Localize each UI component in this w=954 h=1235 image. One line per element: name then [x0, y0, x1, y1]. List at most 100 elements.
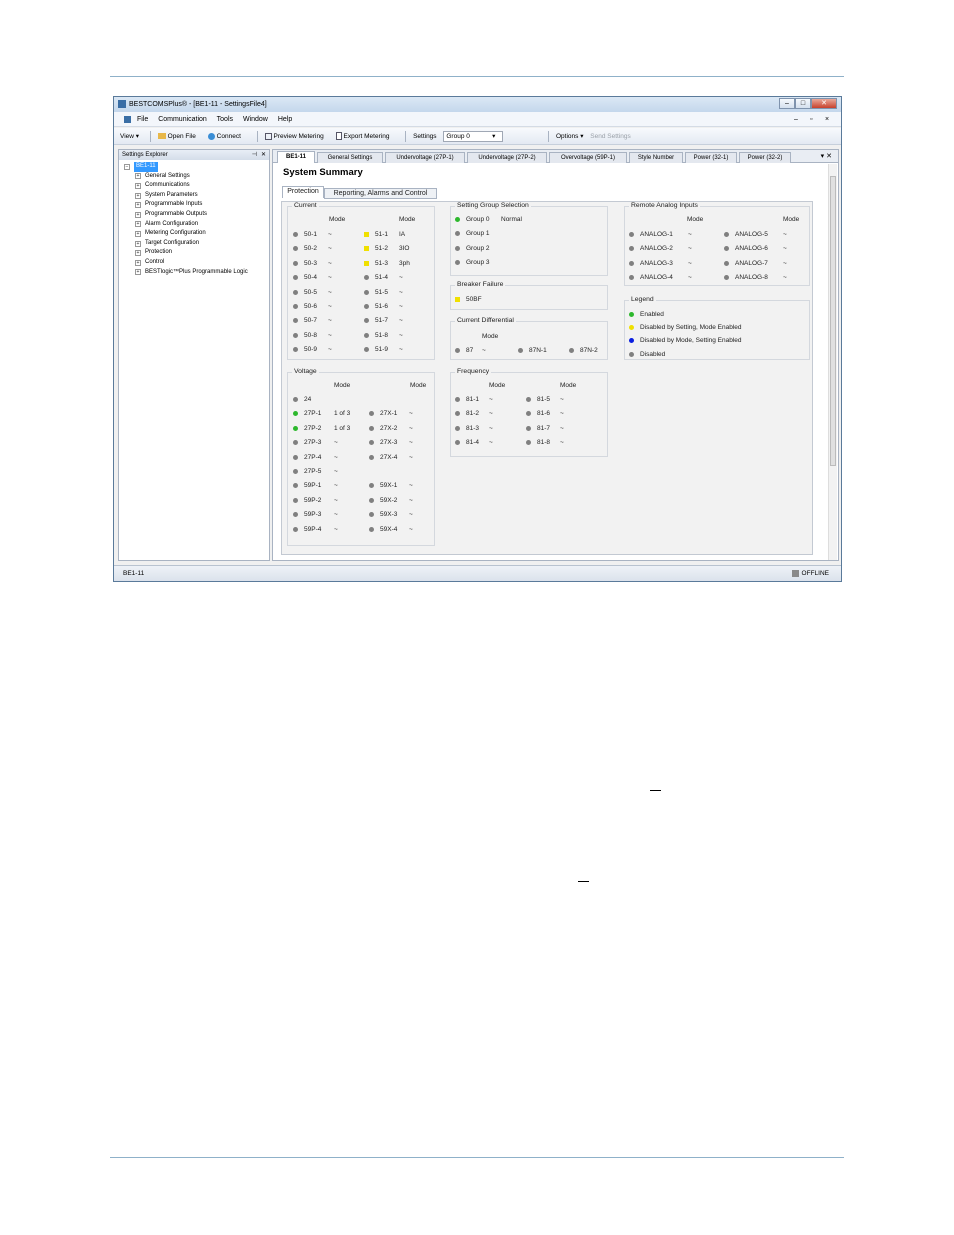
- frequency-label: 81-8: [537, 439, 551, 447]
- tree-item-alarm-configuration[interactable]: + Alarm Configuration: [124, 220, 269, 230]
- analog-label: ANALOG-2: [640, 245, 673, 253]
- legend-swatch: [629, 338, 634, 344]
- view-button[interactable]: View ▾: [120, 133, 139, 140]
- tree-item-programmable-outputs[interactable]: + Programmable Outputs: [124, 210, 269, 220]
- tab-general-settings[interactable]: General Settings: [317, 152, 383, 163]
- status-indicator: [364, 289, 369, 295]
- expand-icon[interactable]: +: [135, 211, 141, 218]
- current-mode: IA: [399, 231, 406, 238]
- expand-icon[interactable]: +: [135, 192, 141, 199]
- frequency-mode: ~: [560, 424, 564, 432]
- export-metering-button[interactable]: Export Metering: [335, 132, 395, 141]
- open-file-button[interactable]: Open File: [157, 133, 201, 140]
- folder-icon: [157, 133, 166, 140]
- status-indicator: [293, 318, 298, 324]
- tab-undervoltage-27p-2[interactable]: Undervoltage (27P-2): [467, 152, 547, 163]
- tree-item-bestlogic[interactable]: + BESTlogic™Plus Programmable Logic: [124, 268, 269, 278]
- menu-file[interactable]: File: [137, 116, 148, 123]
- menu-communication[interactable]: Communication: [158, 116, 207, 123]
- current-label: 51-8: [375, 331, 389, 339]
- send-settings-button[interactable]: Send Settings: [590, 133, 630, 140]
- close-button[interactable]: ✕: [811, 98, 837, 109]
- mode-header: Mode: [399, 216, 416, 223]
- mode-header: Mode: [783, 216, 800, 223]
- current-label: 50-2: [304, 245, 318, 253]
- tree-item-target-configuration[interactable]: + Target Configuration: [124, 239, 269, 249]
- tab-power-32-2[interactable]: Power (32-2): [739, 152, 791, 163]
- analog-mode: ~: [688, 245, 692, 253]
- current-label: 51-6: [375, 303, 389, 310]
- tree-item-general-settings[interactable]: + General Settings: [124, 172, 269, 182]
- tree-item-label: Programmable Inputs: [145, 201, 203, 208]
- status-indicator: [518, 348, 523, 353]
- tree-item-metering-configuration[interactable]: + Metering Configuration: [124, 229, 269, 239]
- tab-reporting-alarms-control[interactable]: Reporting, Alarms and Control: [324, 188, 437, 199]
- expand-icon[interactable]: +: [135, 173, 141, 180]
- status-indicator: [293, 260, 298, 266]
- settings-group-select[interactable]: Group 0 ▾: [443, 130, 504, 142]
- menu-tools[interactable]: Tools: [217, 116, 233, 123]
- expand-icon[interactable]: +: [135, 230, 141, 237]
- menu-bar: File Communication Tools Window Help – ▫…: [114, 112, 841, 127]
- tab-style-number[interactable]: Style Number: [629, 152, 683, 163]
- status-indicator: [455, 260, 460, 266]
- mdi-restore-button[interactable]: ▫: [810, 112, 812, 127]
- frequency-label: 81-7: [537, 424, 551, 432]
- status-indicator: [293, 246, 298, 252]
- app-icon: [118, 100, 126, 109]
- expand-icon[interactable]: +: [135, 259, 141, 266]
- legend-swatch: [629, 312, 634, 317]
- connect-button[interactable]: Connect: [207, 132, 246, 140]
- preview-metering-button[interactable]: Preview Metering: [264, 132, 329, 140]
- tree-root[interactable]: − BE1-11: [124, 162, 269, 172]
- options-button[interactable]: Options ▾: [556, 133, 583, 140]
- tab-overvoltage-59p-1[interactable]: Overvoltage (59P-1): [549, 152, 627, 163]
- offline-icon: [791, 569, 799, 577]
- close-icon[interactable]: ✕: [261, 150, 266, 160]
- tab-protection[interactable]: Protection: [282, 186, 324, 198]
- menu-window[interactable]: Window: [243, 116, 268, 123]
- collapse-icon[interactable]: −: [124, 163, 130, 170]
- frequency-label: 81-5: [537, 396, 551, 403]
- tab-be1-11[interactable]: BE1-11: [277, 151, 315, 163]
- pin-icon[interactable]: ⊣: [252, 150, 257, 160]
- settings-explorer-header: Settings Explorer ⊣ ✕: [119, 150, 269, 160]
- tree-item-communications[interactable]: + Communications: [124, 181, 269, 191]
- status-indicator: [526, 440, 531, 446]
- connection-status-label: OFFLINE: [801, 570, 829, 577]
- menu-help[interactable]: Help: [278, 116, 292, 123]
- voltage-label: 24: [304, 396, 312, 403]
- expand-icon[interactable]: +: [135, 202, 141, 209]
- toolbar-separator: [149, 130, 151, 142]
- legend-swatch: [629, 325, 634, 331]
- expand-icon[interactable]: +: [135, 240, 141, 247]
- tab-power-32-1[interactable]: Power (32-1): [685, 152, 737, 163]
- voltage-label: 27P-4: [304, 453, 322, 461]
- expand-icon[interactable]: +: [135, 182, 141, 189]
- tree-item-control[interactable]: + Control: [124, 258, 269, 268]
- tree-item-system-parameters[interactable]: + System Parameters: [124, 191, 269, 201]
- expand-icon[interactable]: +: [135, 221, 141, 228]
- tab-undervoltage-27p-1[interactable]: Undervoltage (27P-1): [385, 152, 465, 163]
- maximize-button[interactable]: □: [795, 98, 811, 109]
- mdi-close-button[interactable]: ×: [825, 112, 829, 127]
- minimize-button[interactable]: –: [779, 98, 795, 109]
- status-indicator: [455, 440, 460, 446]
- expand-icon[interactable]: +: [135, 269, 141, 276]
- open-file-label: Open File: [167, 133, 196, 140]
- status-bar: BE1-11 OFFLINE: [114, 565, 841, 581]
- status-indicator: [364, 304, 369, 309]
- current-differential-title: Current Differential: [455, 317, 516, 324]
- scrollbar-thumb[interactable]: [830, 176, 836, 466]
- mdi-minimize-button[interactable]: –: [794, 112, 798, 127]
- tree-item-programmable-inputs[interactable]: + Programmable Inputs: [124, 200, 269, 210]
- voltage-group: Voltage Mode Mode 24 27P-1 1 of 3 27P-2 1 of…: [287, 368, 435, 546]
- tree-item-protection[interactable]: + Protection: [124, 248, 269, 258]
- tab-list-controls[interactable]: ▾ ✕: [821, 152, 832, 160]
- globe-icon: [207, 132, 215, 140]
- mode-header: Mode: [329, 216, 346, 223]
- connect-label: Connect: [216, 133, 241, 140]
- legend-label: Enabled: [640, 311, 664, 318]
- expand-icon[interactable]: +: [135, 250, 141, 257]
- vertical-scrollbar[interactable]: [828, 164, 837, 560]
